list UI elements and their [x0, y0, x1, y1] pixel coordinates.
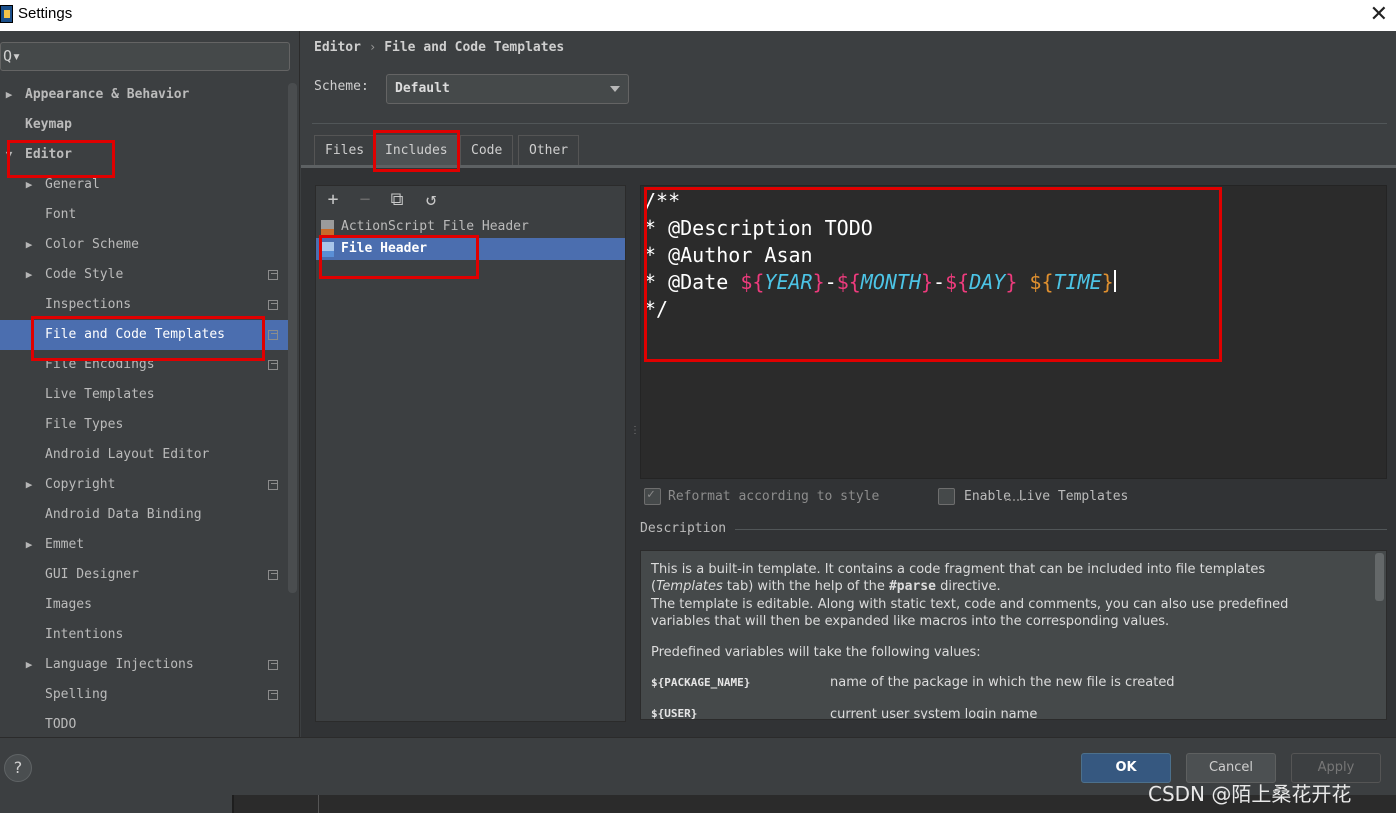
variable-name: ${USER} — [651, 707, 698, 720]
sidebar-item-editor[interactable]: ▼ Editor — [0, 140, 288, 170]
project-scope-icon — [268, 570, 278, 580]
sidebar-item-inspections[interactable]: Inspections — [0, 290, 288, 320]
description-text: (Templates tab) with the help of the #pa… — [651, 579, 1001, 594]
chevron-down-icon — [610, 86, 620, 92]
sidebar-item-language-injections[interactable]: ▶ Language Injections — [0, 650, 288, 680]
title-bar: Settings ✕ — [0, 0, 1396, 31]
add-icon[interactable]: + — [322, 189, 344, 211]
sidebar-item-general[interactable]: ▶ General — [0, 170, 288, 200]
scheme-label: Scheme: — [314, 79, 369, 94]
description-text: variables that will then be expanded lik… — [651, 614, 1170, 629]
project-scope-icon — [268, 330, 278, 340]
sidebar-item-font[interactable]: Font — [0, 200, 288, 230]
breadcrumb: Editor › File and Code Templates — [314, 40, 564, 55]
template-code-editor[interactable]: /** * @Description TODO * @Author Asan *… — [640, 185, 1387, 479]
sidebar-item-code-style[interactable]: ▶ Code Style — [0, 260, 288, 290]
sidebar-scrollbar[interactable] — [288, 83, 297, 593]
description-title: Description — [640, 521, 727, 536]
project-scope-icon — [268, 270, 278, 280]
project-scope-icon — [268, 300, 278, 310]
expand-arrow-icon[interactable]: ▶ — [22, 650, 36, 680]
sidebar-item-file-encodings[interactable]: File Encodings — [0, 350, 288, 380]
reformat-checkbox[interactable] — [644, 487, 661, 505]
template-tabs: Files Includes Code Other — [301, 135, 1396, 167]
splitter-handle[interactable]: ⋮ — [630, 426, 640, 448]
project-scope-icon — [268, 360, 278, 370]
remove-icon[interactable]: − — [354, 189, 376, 211]
intellij-app-icon — [0, 5, 13, 23]
description-scrollbar[interactable] — [1375, 553, 1384, 601]
reset-icon[interactable]: ↺ — [420, 189, 442, 211]
variable-name: ${PACKAGE_NAME} — [651, 676, 751, 689]
template-list: + − ⧉ ↺ ActionScript File Header File He… — [315, 185, 626, 722]
expand-arrow-icon[interactable]: ▶ — [22, 170, 36, 200]
project-scope-icon — [268, 480, 278, 490]
sidebar-item-appearance[interactable]: ▶ Appearance & Behavior — [0, 80, 288, 110]
sidebar-item-file-types[interactable]: File Types — [0, 410, 288, 440]
close-icon[interactable]: ✕ — [1370, 2, 1388, 26]
sidebar-item-intentions[interactable]: Intentions — [0, 620, 288, 650]
project-scope-icon — [268, 690, 278, 700]
sidebar-item-todo[interactable]: TODO — [0, 710, 288, 737]
file-template-icon — [321, 242, 334, 257]
sidebar-item-android-data-binding[interactable]: Android Data Binding — [0, 500, 288, 530]
template-item-actionscript-file-header[interactable]: ActionScript File Header — [316, 216, 625, 238]
breadcrumb-parent: Editor — [314, 40, 361, 55]
actionscript-file-icon — [321, 220, 334, 235]
copy-icon[interactable]: ⧉ — [386, 189, 408, 211]
tab-code[interactable]: Code — [460, 135, 514, 165]
text-cursor — [1113, 270, 1116, 292]
scheme-dropdown[interactable]: Default — [386, 74, 629, 104]
project-scope-icon — [268, 660, 278, 670]
includes-panel: + − ⧉ ↺ ActionScript File Header File He… — [301, 168, 1396, 737]
sidebar-item-live-templates[interactable]: Live Templates — [0, 380, 288, 410]
description-text: Predefined variables will take the follo… — [651, 645, 981, 660]
sidebar-item-color-scheme[interactable]: ▶ Color Scheme — [0, 230, 288, 260]
sidebar-item-file-and-code-templates[interactable]: File and Code Templates — [0, 320, 288, 350]
variable-description: current user system login name — [830, 707, 1038, 720]
settings-sidebar: Q▾ ▶ Appearance & Behavior Keymap ▼ Edit… — [0, 31, 300, 737]
description-text: This is a built-in template. It contains… — [651, 562, 1266, 577]
tab-files[interactable]: Files — [314, 135, 376, 165]
variable-description: name of the package in which the new fil… — [830, 675, 1175, 690]
description-text: The template is editable. Along with sta… — [651, 597, 1289, 612]
scheme-value: Default — [395, 81, 450, 96]
breadcrumb-current: File and Code Templates — [384, 40, 565, 55]
live-templates-checkbox[interactable] — [938, 488, 955, 505]
sidebar-item-gui-designer[interactable]: GUI Designer — [0, 560, 288, 590]
expand-arrow-icon[interactable]: ▶ — [22, 230, 36, 260]
expand-arrow-icon[interactable]: ▶ — [22, 470, 36, 500]
tab-other[interactable]: Other — [518, 135, 580, 165]
tab-includes[interactable]: Includes — [374, 135, 459, 165]
watermark: CSDN @陌上桑花开花 — [1148, 782, 1352, 806]
sidebar-item-emmet[interactable]: ▶ Emmet — [0, 530, 288, 560]
template-code: /** * @Description TODO * @Author Asan *… — [644, 189, 1116, 321]
live-templates-label: Enable Live Templates — [964, 489, 1129, 504]
description-box: This is a built-in template. It contains… — [640, 550, 1387, 720]
breadcrumb-separator: › — [368, 40, 377, 54]
sidebar-item-keymap[interactable]: Keymap — [0, 110, 288, 140]
expand-arrow-icon[interactable]: ▶ — [22, 530, 36, 560]
settings-search-input[interactable]: Q▾ — [0, 42, 290, 71]
template-options: Reformat according to style Enable Live … — [640, 484, 1387, 510]
description-divider — [735, 529, 1387, 530]
search-icon: Q▾ — [3, 47, 22, 65]
expand-arrow-icon[interactable]: ▶ — [2, 80, 16, 110]
sidebar-item-copyright[interactable]: ▶ Copyright — [0, 470, 288, 500]
resize-grip[interactable] — [1005, 499, 1023, 505]
sidebar-item-spelling[interactable]: Spelling — [0, 680, 288, 710]
template-list-toolbar: + − ⧉ ↺ — [316, 186, 627, 216]
window-title: Settings — [18, 5, 73, 22]
sidebar-item-android-layout-editor[interactable]: Android Layout Editor — [0, 440, 288, 470]
settings-content: Editor › File and Code Templates Scheme: D… — [301, 31, 1396, 737]
help-icon[interactable]: ? — [4, 754, 32, 782]
collapse-arrow-icon[interactable]: ▼ — [2, 140, 16, 170]
expand-arrow-icon[interactable]: ▶ — [22, 260, 36, 290]
sidebar-item-images[interactable]: Images — [0, 590, 288, 620]
divider — [312, 123, 1387, 124]
template-item-file-header[interactable]: File Header — [316, 238, 625, 260]
reformat-label: Reformat according to style — [668, 489, 880, 504]
